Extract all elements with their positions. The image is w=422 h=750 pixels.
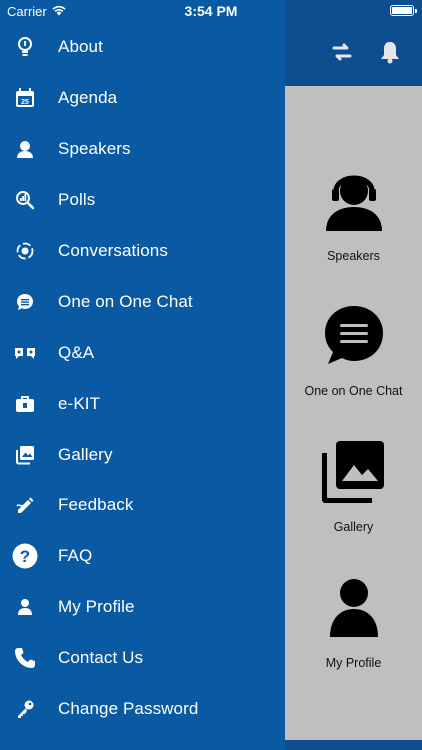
status-time: 3:54 PM — [184, 3, 238, 19]
drawer-menu: About 25 Agenda Speakers Polls Conversat… — [0, 22, 285, 734]
menu-item-speakers[interactable]: Speakers — [0, 124, 285, 175]
menu-item-feedback[interactable]: Feedback — [0, 480, 285, 531]
menu-item-gallery[interactable]: Gallery — [0, 429, 285, 480]
menu-item-contact-us[interactable]: Contact Us — [0, 633, 285, 684]
status-bar: Carrier 3:54 PM — [0, 0, 422, 22]
menu-item-qa[interactable]: Q&A — [0, 327, 285, 378]
battery-icon — [390, 5, 417, 16]
phone-icon — [12, 645, 38, 671]
menu-item-label: About — [58, 37, 103, 57]
menu-item-label: Conversations — [58, 241, 168, 260]
menu-item-label: FAQ — [58, 546, 93, 566]
svg-text:?: ? — [20, 547, 30, 566]
menu-item-label: Feedback — [58, 495, 134, 515]
menu-item-label: e-KIT — [58, 393, 101, 413]
tile-label: Speakers — [327, 249, 380, 263]
profile-icon — [12, 594, 38, 620]
menu-item-change-password[interactable]: Change Password — [0, 684, 285, 735]
header-actions — [330, 40, 402, 64]
speaker-headset-icon — [12, 136, 38, 162]
menu-item-one-on-one-chat[interactable]: One on One Chat — [0, 276, 285, 327]
menu-item-label: My Profile — [58, 597, 135, 617]
menu-item-label: Polls — [58, 190, 96, 210]
tile-one-on-one-chat[interactable]: One on One Chat — [285, 300, 422, 398]
menu-item-label: Q&A — [58, 342, 95, 362]
menu-item-conversations[interactable]: Conversations — [0, 226, 285, 277]
tile-speakers[interactable]: Speakers — [285, 165, 422, 263]
menu-item-agenda[interactable]: 25 Agenda — [0, 73, 285, 124]
speaker-headset-icon — [319, 165, 389, 235]
menu-item-polls[interactable]: Polls — [0, 175, 285, 226]
qa-icon — [12, 340, 38, 366]
sync-icon[interactable] — [330, 40, 354, 64]
menu-item-label: One on One Chat — [58, 291, 193, 311]
tile-label: Gallery — [333, 520, 374, 534]
chat-icon — [319, 300, 389, 370]
menu-item-faq[interactable]: ? FAQ — [0, 531, 285, 582]
menu-item-label: Speakers — [58, 139, 131, 159]
key-icon — [12, 696, 38, 722]
menu-item-label: Gallery — [58, 444, 113, 464]
kit-icon — [12, 391, 38, 417]
bell-icon[interactable] — [378, 40, 402, 64]
gallery-icon — [12, 442, 38, 468]
conversation-icon — [12, 238, 38, 264]
menu-item-label: Change Password — [58, 699, 199, 719]
tile-label: One on One Chat — [304, 384, 403, 398]
menu-item-label: Agenda — [58, 88, 118, 108]
poll-icon — [12, 187, 38, 213]
navigation-drawer: About 25 Agenda Speakers Polls Conversat… — [0, 0, 285, 750]
menu-item-my-profile[interactable]: My Profile — [0, 582, 285, 633]
gallery-icon — [319, 436, 389, 506]
info-bulb-icon — [12, 34, 38, 60]
menu-item-label: Contact Us — [58, 648, 144, 668]
tile-my-profile[interactable]: My Profile — [285, 572, 422, 670]
question-icon: ? — [12, 543, 38, 569]
menu-item-ekit[interactable]: e-KIT — [0, 378, 285, 429]
svg-text:25: 25 — [21, 99, 29, 106]
menu-item-about[interactable]: About — [0, 22, 285, 73]
tile-gallery[interactable]: Gallery — [285, 436, 422, 534]
feedback-icon — [12, 492, 38, 518]
calendar-icon: 25 — [12, 85, 38, 111]
chat-icon — [12, 289, 38, 315]
profile-icon — [319, 572, 389, 642]
tile-label: My Profile — [325, 656, 382, 670]
